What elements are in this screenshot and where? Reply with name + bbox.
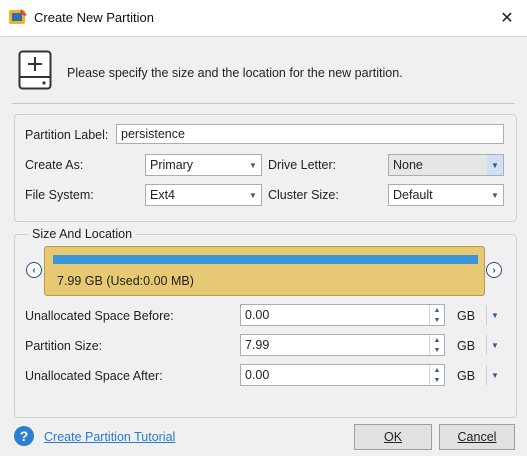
partition-size-value: 7.99 <box>245 338 270 352</box>
chevron-down-icon: ▼ <box>487 155 503 175</box>
close-button[interactable]: ✕ <box>487 0 527 36</box>
create-as-label: Create As: <box>25 158 84 172</box>
intro-text: Please specify the size and the location… <box>67 66 403 80</box>
move-left-button[interactable]: ‹ <box>26 262 42 278</box>
stepper-down-icon[interactable]: ▼ <box>430 345 444 355</box>
partition-map-caption: 7.99 GB (Used:0.00 MB) <box>57 274 194 288</box>
unallocated-before-label: Unallocated Space Before: <box>25 309 174 323</box>
partition-size-stepper[interactable]: 7.99 ▲ ▼ <box>240 334 445 356</box>
unit-label: GB <box>457 369 476 383</box>
stepper-buttons: ▲ ▼ <box>429 365 444 385</box>
chevron-down-icon: ▼ <box>491 190 499 200</box>
partition-label-label: Partition Label: <box>25 128 109 142</box>
create-as-select[interactable]: Primary ▼ <box>145 154 262 176</box>
drive-letter-label: Drive Letter: <box>268 158 337 172</box>
chevron-down-icon: ▼ <box>249 190 257 200</box>
unit-dropdown[interactable]: ▼ <box>486 335 503 355</box>
file-system-select[interactable]: Ext4 ▼ <box>145 184 262 206</box>
cluster-size-value: Default <box>393 188 433 202</box>
move-right-button[interactable]: › <box>486 262 502 278</box>
drive-letter-select[interactable]: None ▼ <box>388 154 504 176</box>
chevron-down-icon: ▼ <box>491 340 499 350</box>
partition-size-label: Partition Size: <box>25 339 103 353</box>
unallocated-before-value: 0.00 <box>245 308 270 322</box>
unallocated-after-stepper[interactable]: 0.00 ▲ ▼ <box>240 364 445 386</box>
stepper-buttons: ▲ ▼ <box>429 305 444 325</box>
stepper-down-icon[interactable]: ▼ <box>430 315 444 325</box>
create-as-value: Primary <box>150 158 194 172</box>
stepper-buttons: ▲ ▼ <box>429 335 444 355</box>
chevron-down-icon: ▼ <box>249 160 257 170</box>
drive-letter-value: None <box>393 158 423 172</box>
title-separator <box>0 36 527 37</box>
file-system-label: File System: <box>25 188 94 202</box>
app-icon <box>9 9 27 24</box>
partition-map-bar[interactable] <box>53 255 478 264</box>
tutorial-link[interactable]: Create Partition Tutorial <box>44 430 175 444</box>
unit-label: GB <box>457 309 476 323</box>
unit-dropdown[interactable]: ▼ <box>486 305 503 325</box>
cancel-button-label: Cancel <box>457 430 497 444</box>
cancel-button[interactable]: Cancel <box>439 424 515 450</box>
unit-dropdown[interactable]: ▼ <box>486 365 503 385</box>
file-system-value: Ext4 <box>150 188 176 202</box>
window-title: Create New Partition <box>34 10 154 25</box>
new-partition-disk-icon <box>18 50 52 90</box>
size-location-title: Size And Location <box>28 227 137 241</box>
stepper-down-icon[interactable]: ▼ <box>430 375 444 385</box>
cluster-size-select[interactable]: Default ▼ <box>388 184 504 206</box>
divider <box>12 103 515 104</box>
partition-label-input[interactable] <box>116 124 504 144</box>
chevron-right-icon: › <box>492 264 496 276</box>
unallocated-before-stepper[interactable]: 0.00 ▲ ▼ <box>240 304 445 326</box>
close-icon: ✕ <box>500 10 514 27</box>
unallocated-after-value: 0.00 <box>245 368 270 382</box>
chevron-down-icon: ▼ <box>491 310 499 320</box>
partition-map[interactable]: 7.99 GB (Used:0.00 MB) <box>44 246 485 296</box>
chevron-left-icon: ‹ <box>32 264 36 276</box>
chevron-down-icon: ▼ <box>491 370 499 380</box>
unallocated-after-label: Unallocated Space After: <box>25 369 163 383</box>
cluster-size-label: Cluster Size: <box>268 188 339 202</box>
stepper-up-icon[interactable]: ▲ <box>430 365 444 375</box>
unit-label: GB <box>457 339 476 353</box>
ok-button-label: OK <box>383 430 403 444</box>
ok-button[interactable]: OK <box>354 424 432 450</box>
help-icon[interactable]: ? <box>14 426 34 446</box>
stepper-up-icon[interactable]: ▲ <box>430 305 444 315</box>
stepper-up-icon[interactable]: ▲ <box>430 335 444 345</box>
title-bar: Create New Partition ✕ <box>0 0 527 36</box>
